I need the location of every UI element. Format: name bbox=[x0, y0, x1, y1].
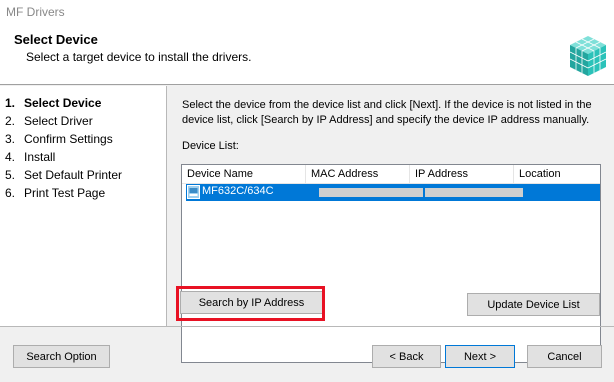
step-label: Install bbox=[24, 150, 56, 164]
column-header-location[interactable]: Location bbox=[514, 165, 600, 183]
back-button[interactable]: < Back bbox=[372, 345, 441, 368]
update-device-list-button[interactable]: Update Device List bbox=[467, 293, 600, 316]
column-header-mac-address[interactable]: MAC Address bbox=[306, 165, 410, 183]
step-number: 4. bbox=[5, 150, 16, 164]
device-list-header: Device Name MAC Address IP Address Locat… bbox=[182, 165, 600, 184]
page-subtitle: Select a target device to install the dr… bbox=[26, 50, 252, 64]
cancel-button[interactable]: Cancel bbox=[527, 345, 602, 368]
steps-panel: 1. Select Device 2. Select Driver 3. Confir… bbox=[0, 86, 167, 326]
annotation-highlight-box bbox=[176, 286, 325, 321]
step-install: 4. Install bbox=[5, 150, 55, 164]
step-select-driver: 2. Select Driver bbox=[5, 114, 93, 128]
step-number: 1. bbox=[5, 96, 16, 110]
column-header-device-name[interactable]: Device Name bbox=[182, 165, 306, 183]
printer-device-icon bbox=[187, 185, 200, 199]
wizard-header: Select Device Select a target device to … bbox=[0, 24, 614, 85]
device-list-label: Device List: bbox=[182, 140, 239, 152]
step-label: Print Test Page bbox=[24, 186, 106, 200]
step-number: 3. bbox=[5, 132, 16, 146]
step-number: 6. bbox=[5, 186, 16, 200]
mac-address-cell-redacted bbox=[319, 188, 423, 197]
step-label: Confirm Settings bbox=[24, 132, 113, 146]
title-bar: MF Drivers bbox=[0, 0, 614, 25]
instructions-text: Select the device from the device list a… bbox=[182, 99, 592, 126]
footer-divider bbox=[0, 326, 614, 327]
ip-address-cell-redacted bbox=[425, 188, 523, 197]
step-label: Select Driver bbox=[24, 114, 93, 128]
step-confirm-settings: 3. Confirm Settings bbox=[5, 132, 113, 146]
step-number: 5. bbox=[5, 168, 16, 182]
next-button[interactable]: Next > bbox=[445, 345, 515, 368]
device-list[interactable]: Device Name MAC Address IP Address Locat… bbox=[181, 164, 601, 363]
column-header-ip-address[interactable]: IP Address bbox=[410, 165, 514, 183]
page-title: Select Device bbox=[14, 32, 98, 47]
device-name-cell: MF632C/634C bbox=[202, 185, 274, 197]
step-print-test-page: 6. Print Test Page bbox=[5, 186, 105, 200]
window-title: MF Drivers bbox=[6, 5, 65, 19]
search-option-button[interactable]: Search Option bbox=[13, 345, 110, 368]
device-row[interactable]: MF632C/634C bbox=[182, 184, 600, 201]
step-select-device: 1. Select Device bbox=[5, 96, 101, 110]
step-label: Set Default Printer bbox=[24, 168, 123, 182]
step-label: Select Device bbox=[24, 96, 102, 110]
cube-logo-icon bbox=[569, 36, 607, 76]
step-number: 2. bbox=[5, 114, 16, 128]
step-set-default-printer: 5. Set Default Printer bbox=[5, 168, 122, 182]
